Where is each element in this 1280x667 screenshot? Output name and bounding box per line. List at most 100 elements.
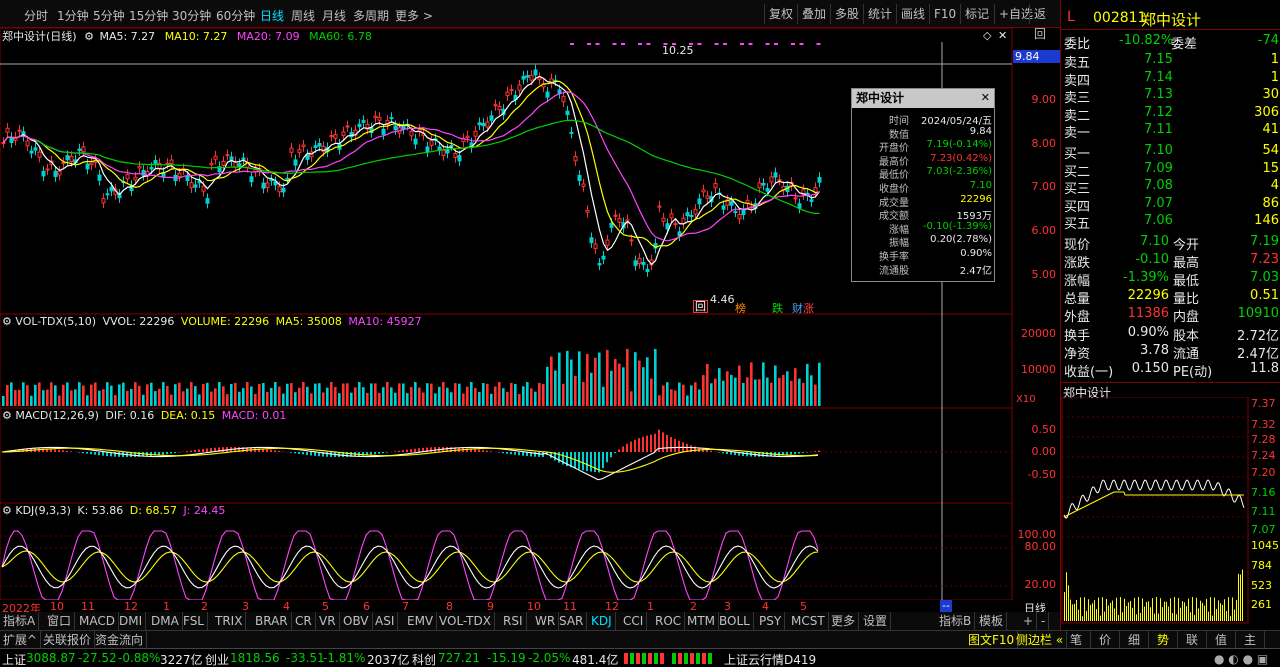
side-tab[interactable]: 主 xyxy=(1236,631,1265,649)
indicator-tab[interactable]: RSI xyxy=(500,612,527,630)
indicator-tab[interactable]: 更多 xyxy=(828,612,860,630)
macd-bar xyxy=(474,449,476,452)
period-60min[interactable]: 60分钟 xyxy=(216,7,255,24)
volume-bar xyxy=(566,350,569,406)
period-more[interactable]: 更多 > xyxy=(395,7,433,24)
side-tab[interactable]: 笔 xyxy=(1062,631,1091,649)
multi-stock-button[interactable]: 多股 xyxy=(830,4,863,24)
f10-button[interactable]: F10 xyxy=(929,4,960,24)
period-fenshi[interactable]: 分时 xyxy=(24,7,48,24)
side-tab[interactable]: 势 xyxy=(1149,631,1178,649)
event-marker-hui[interactable]: 回 xyxy=(693,300,708,313)
period-multi[interactable]: 多周期 xyxy=(353,7,389,24)
draw-line-button[interactable]: 画线 xyxy=(896,4,929,24)
bids-row[interactable]: 买一 7.10 54 xyxy=(1061,143,1280,162)
period-15min[interactable]: 15分钟 xyxy=(129,7,168,24)
mini-chart-svg[interactable] xyxy=(1061,397,1280,625)
indicator-tab[interactable]: BOLL xyxy=(716,612,754,630)
indicator-b-tab[interactable]: 指标B xyxy=(936,612,976,630)
event-marker-die[interactable]: 跌 xyxy=(772,300,783,316)
indicator-tab[interactable]: DMI xyxy=(116,612,147,630)
period-30min[interactable]: 30分钟 xyxy=(172,7,211,24)
back-button[interactable]: 返回 xyxy=(1029,4,1060,41)
settings-icon[interactable]: ⚙ xyxy=(2,315,12,328)
indicator-tab[interactable]: VR xyxy=(316,612,340,630)
quote-label: PE(动) xyxy=(1173,365,1213,380)
indicator-tab[interactable]: MTM xyxy=(684,612,720,630)
news-ticker[interactable]: 上证云行情D419 xyxy=(724,651,816,667)
period-1min[interactable]: 1分钟 xyxy=(57,7,89,24)
fund-flow-tab[interactable]: 资金流向 xyxy=(92,631,148,649)
quote-value: 7.03 xyxy=(1250,270,1279,285)
settings-icon[interactable]: ⚙ xyxy=(2,409,12,422)
macd-bar xyxy=(790,452,792,455)
asks-row[interactable]: 卖四 7.14 1 xyxy=(1061,70,1280,89)
asks-row[interactable]: 卖一 7.11 41 xyxy=(1061,122,1280,141)
macd-bar xyxy=(370,452,372,455)
diamond-icon[interactable]: ◇ xyxy=(983,29,991,42)
zoom-in-button[interactable]: + xyxy=(1020,612,1038,630)
side-tab[interactable]: 价 xyxy=(1091,631,1120,649)
mini-volume-bar xyxy=(1152,598,1153,621)
asks-row[interactable]: 卖二 7.12 306 xyxy=(1061,105,1280,124)
stats-button[interactable]: 统计 xyxy=(863,4,896,24)
side-tab[interactable]: 联 xyxy=(1178,631,1207,649)
indicator-tab[interactable]: 指标A xyxy=(0,612,40,630)
indicator-tab[interactable]: PSY xyxy=(756,612,786,630)
indicator-tab[interactable]: ASI xyxy=(372,612,399,630)
indicator-tab[interactable]: ROC xyxy=(652,612,686,630)
asks-row[interactable]: 卖五 7.15 1 xyxy=(1061,52,1280,71)
template-tab[interactable]: 模板 xyxy=(976,612,1008,630)
indicator-tab[interactable]: FSL xyxy=(180,612,208,630)
indicator-tab[interactable]: DMA xyxy=(148,612,183,630)
indicator-tab[interactable]: CR xyxy=(292,612,316,630)
event-marker-zhang[interactable]: 涨 xyxy=(803,300,814,316)
indicator-tab[interactable]: 窗口 xyxy=(44,612,76,630)
bids-row[interactable]: 买五 7.06 146 xyxy=(1061,213,1280,232)
period-5min[interactable]: 5分钟 xyxy=(93,7,125,24)
mini-intraday-chart[interactable]: 郑中设计 7.37 7.32 7.28 7.24 7.20 7.16 7.11 7.07 104… xyxy=(1061,382,1280,638)
indicator-tab[interactable]: CCI xyxy=(620,612,648,630)
asks-row[interactable]: 卖三 7.13 30 xyxy=(1061,87,1280,106)
indicator-tab[interactable]: BRAR xyxy=(252,612,292,630)
indicator-tab[interactable]: OBV xyxy=(340,612,373,630)
period-daily[interactable]: 日线 xyxy=(260,7,284,24)
sidebar-toggle[interactable]: 侧边栏 « xyxy=(1013,631,1068,649)
close-icon[interactable]: ✕ xyxy=(981,91,990,104)
period-weekly[interactable]: 周线 xyxy=(291,7,315,24)
status-icons[interactable]: ● ◐ ● ▣ ● xyxy=(1214,652,1280,667)
indicator-tab[interactable]: MACD xyxy=(76,612,119,630)
bids-row[interactable]: 买四 7.07 86 xyxy=(1061,196,1280,215)
indicator-tab[interactable]: MCST xyxy=(788,612,829,630)
bids-row[interactable]: 买三 7.08 4 xyxy=(1061,178,1280,197)
expand-tab[interactable]: 扩展^ xyxy=(0,631,42,649)
bids-row[interactable]: 买二 7.09 15 xyxy=(1061,161,1280,180)
side-tab[interactable]: 细 xyxy=(1120,631,1149,649)
indicator-tab[interactable]: TRIX xyxy=(212,612,247,630)
indicator-tab[interactable]: 设置 xyxy=(860,612,892,630)
overlay-button[interactable]: 叠加 xyxy=(797,4,830,24)
related-quote-tab[interactable]: 关联报价 xyxy=(40,631,96,649)
close-panel-icon[interactable]: ✕ xyxy=(998,29,1007,42)
indicator-tab[interactable]: VOL-TDX xyxy=(436,612,495,630)
volume-bar xyxy=(118,384,121,406)
volume-bar xyxy=(338,393,341,406)
mini-volume-bar xyxy=(1138,597,1139,621)
settings-icon[interactable]: ⚙ xyxy=(2,504,12,517)
period-monthly[interactable]: 月线 xyxy=(322,7,346,24)
indicator-tab[interactable]: SAR xyxy=(556,612,588,630)
indicator-tab[interactable]: EMV xyxy=(404,612,438,630)
candle-body xyxy=(193,184,198,188)
event-marker-cai[interactable]: 财 xyxy=(792,300,803,316)
zoom-out-button[interactable]: - xyxy=(1038,612,1050,630)
event-marker-bang[interactable]: 榜 xyxy=(735,300,746,316)
mark-button[interactable]: 标记 xyxy=(960,4,993,24)
f10-graphic-tab[interactable]: 图文F10 xyxy=(965,631,1019,649)
tooltip-key: 流通股 xyxy=(879,265,909,277)
settings-icon[interactable]: ⚙ xyxy=(84,30,94,43)
indicator-tab[interactable]: KDJ xyxy=(588,612,616,630)
candle-body xyxy=(69,155,74,163)
candle-body xyxy=(409,130,414,137)
side-tab[interactable]: 值 xyxy=(1207,631,1236,649)
fuquan-button[interactable]: 复权 xyxy=(764,4,797,24)
